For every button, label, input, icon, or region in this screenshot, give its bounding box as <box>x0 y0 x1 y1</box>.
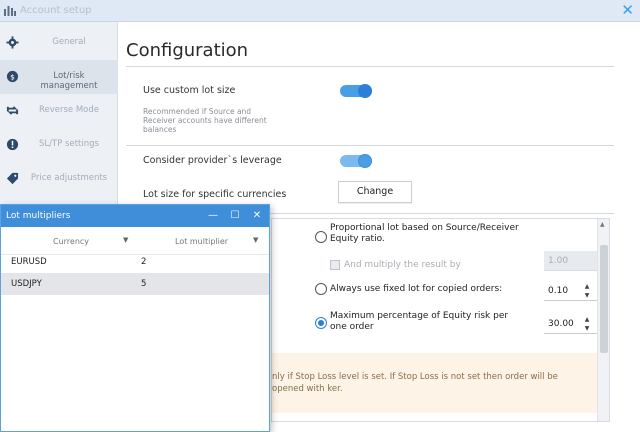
window-title-bar: Account setup ✕ <box>0 0 640 22</box>
maximize-button[interactable]: ☐ <box>227 208 243 224</box>
warning-text: nly if Stop Loss level is set. If Stop L… <box>272 372 558 394</box>
column-header-lot-multiplier[interactable]: Lot multiplier <box>175 237 228 246</box>
toggle-knob <box>358 84 372 98</box>
specific-currencies-label: Lot size for specific currencies <box>143 189 287 200</box>
sidebar-item-label: Lot/risk management <box>40 71 98 91</box>
sidebar-item-general[interactable]: General <box>0 26 118 60</box>
fixed-lot-label: Always use fixed lot for copied orders: <box>330 284 503 294</box>
sort-arrow-icon[interactable]: ▼ <box>123 236 128 244</box>
sidebar-item-sl-tp[interactable]: SL/TP settings <box>0 128 118 162</box>
use-custom-lot-toggle[interactable] <box>340 84 372 98</box>
currency-cell: USDJPY <box>11 279 42 289</box>
lot-multipliers-title: Lot multipliers <box>6 211 71 221</box>
sort-arrow-icon[interactable]: ▼ <box>253 236 258 244</box>
multiply-label: And multiply the result by <box>344 260 461 270</box>
reverse-arrows-icon <box>6 106 19 115</box>
change-button[interactable]: Change <box>338 181 412 203</box>
max-risk-label: Maximum percentage of Equity risk per on… <box>330 311 509 332</box>
window-title: Account setup <box>20 5 92 16</box>
table-row[interactable]: USDJPY 5 <box>1 273 269 295</box>
gear-icon <box>6 36 19 49</box>
tag-icon <box>6 172 19 185</box>
use-custom-lot-label: Use custom lot size <box>143 85 236 96</box>
multiplier-cell: 5 <box>141 279 147 289</box>
lot-options-section: Proportional lot based on Source/Receive… <box>271 218 610 422</box>
multiply-value-input[interactable]: 1.00 <box>544 251 598 271</box>
fixed-lot-radio[interactable] <box>315 283 327 295</box>
column-header-currency[interactable]: Currency <box>53 237 89 246</box>
svg-text:$: $ <box>10 72 15 81</box>
max-risk-radio[interactable] <box>315 317 327 329</box>
toggle-knob <box>358 154 372 168</box>
max-risk-spinner[interactable]: ▲ ▼ <box>582 315 592 333</box>
divider <box>126 145 614 146</box>
multiply-checkbox[interactable] <box>330 260 340 270</box>
sidebar-item-reverse-mode[interactable]: Reverse Mode <box>0 94 118 128</box>
multiplier-cell: 2 <box>141 257 147 267</box>
sidebar-item-label: SL/TP settings <box>39 139 99 149</box>
sidebar-item-label: Reverse Mode <box>38 105 100 115</box>
alert-circle-icon <box>6 138 19 151</box>
lot-multipliers-title-bar[interactable]: Lot multipliers — ☐ ✕ <box>1 205 269 227</box>
sidebar-item-label: Price adjustments <box>30 173 108 183</box>
window-close-button[interactable]: ✕ <box>621 2 634 18</box>
proportional-lot-radio[interactable] <box>315 231 327 243</box>
stop-loss-warning: nly if Stop Loss level is set. If Stop L… <box>272 353 598 413</box>
lot-multipliers-window: Lot multipliers — ☐ ✕ Currency ▼ Lot mul… <box>0 204 270 432</box>
use-custom-lot-hint: Recommended if Source and Receiver accou… <box>143 107 267 134</box>
lot-options-scrollbar[interactable]: ▲ <box>597 219 609 421</box>
proportional-lot-label: Proportional lot based on Source/Receive… <box>330 223 519 244</box>
minimize-button[interactable]: — <box>205 208 221 224</box>
table-row[interactable]: EURUSD 2 <box>1 251 269 273</box>
fixed-lot-spinner[interactable]: ▲ ▼ <box>582 282 592 300</box>
page-title: Configuration <box>126 40 249 61</box>
provider-leverage-label: Consider provider`s leverage <box>143 155 282 166</box>
bars-logo-icon <box>4 6 16 16</box>
close-button[interactable]: ✕ <box>249 208 265 224</box>
sidebar-item-price-adjustments[interactable]: Price adjustments <box>0 162 118 196</box>
sidebar-item-lot-risk[interactable]: $ Lot/risk management <box>0 60 118 94</box>
dollar-coin-icon: $ <box>6 70 19 83</box>
scroll-up-icon[interactable]: ▲ <box>600 221 605 228</box>
scroll-thumb[interactable] <box>600 245 608 353</box>
provider-leverage-toggle[interactable] <box>340 154 372 168</box>
currency-cell: EURUSD <box>11 257 47 267</box>
sidebar-item-label: General <box>52 37 86 47</box>
